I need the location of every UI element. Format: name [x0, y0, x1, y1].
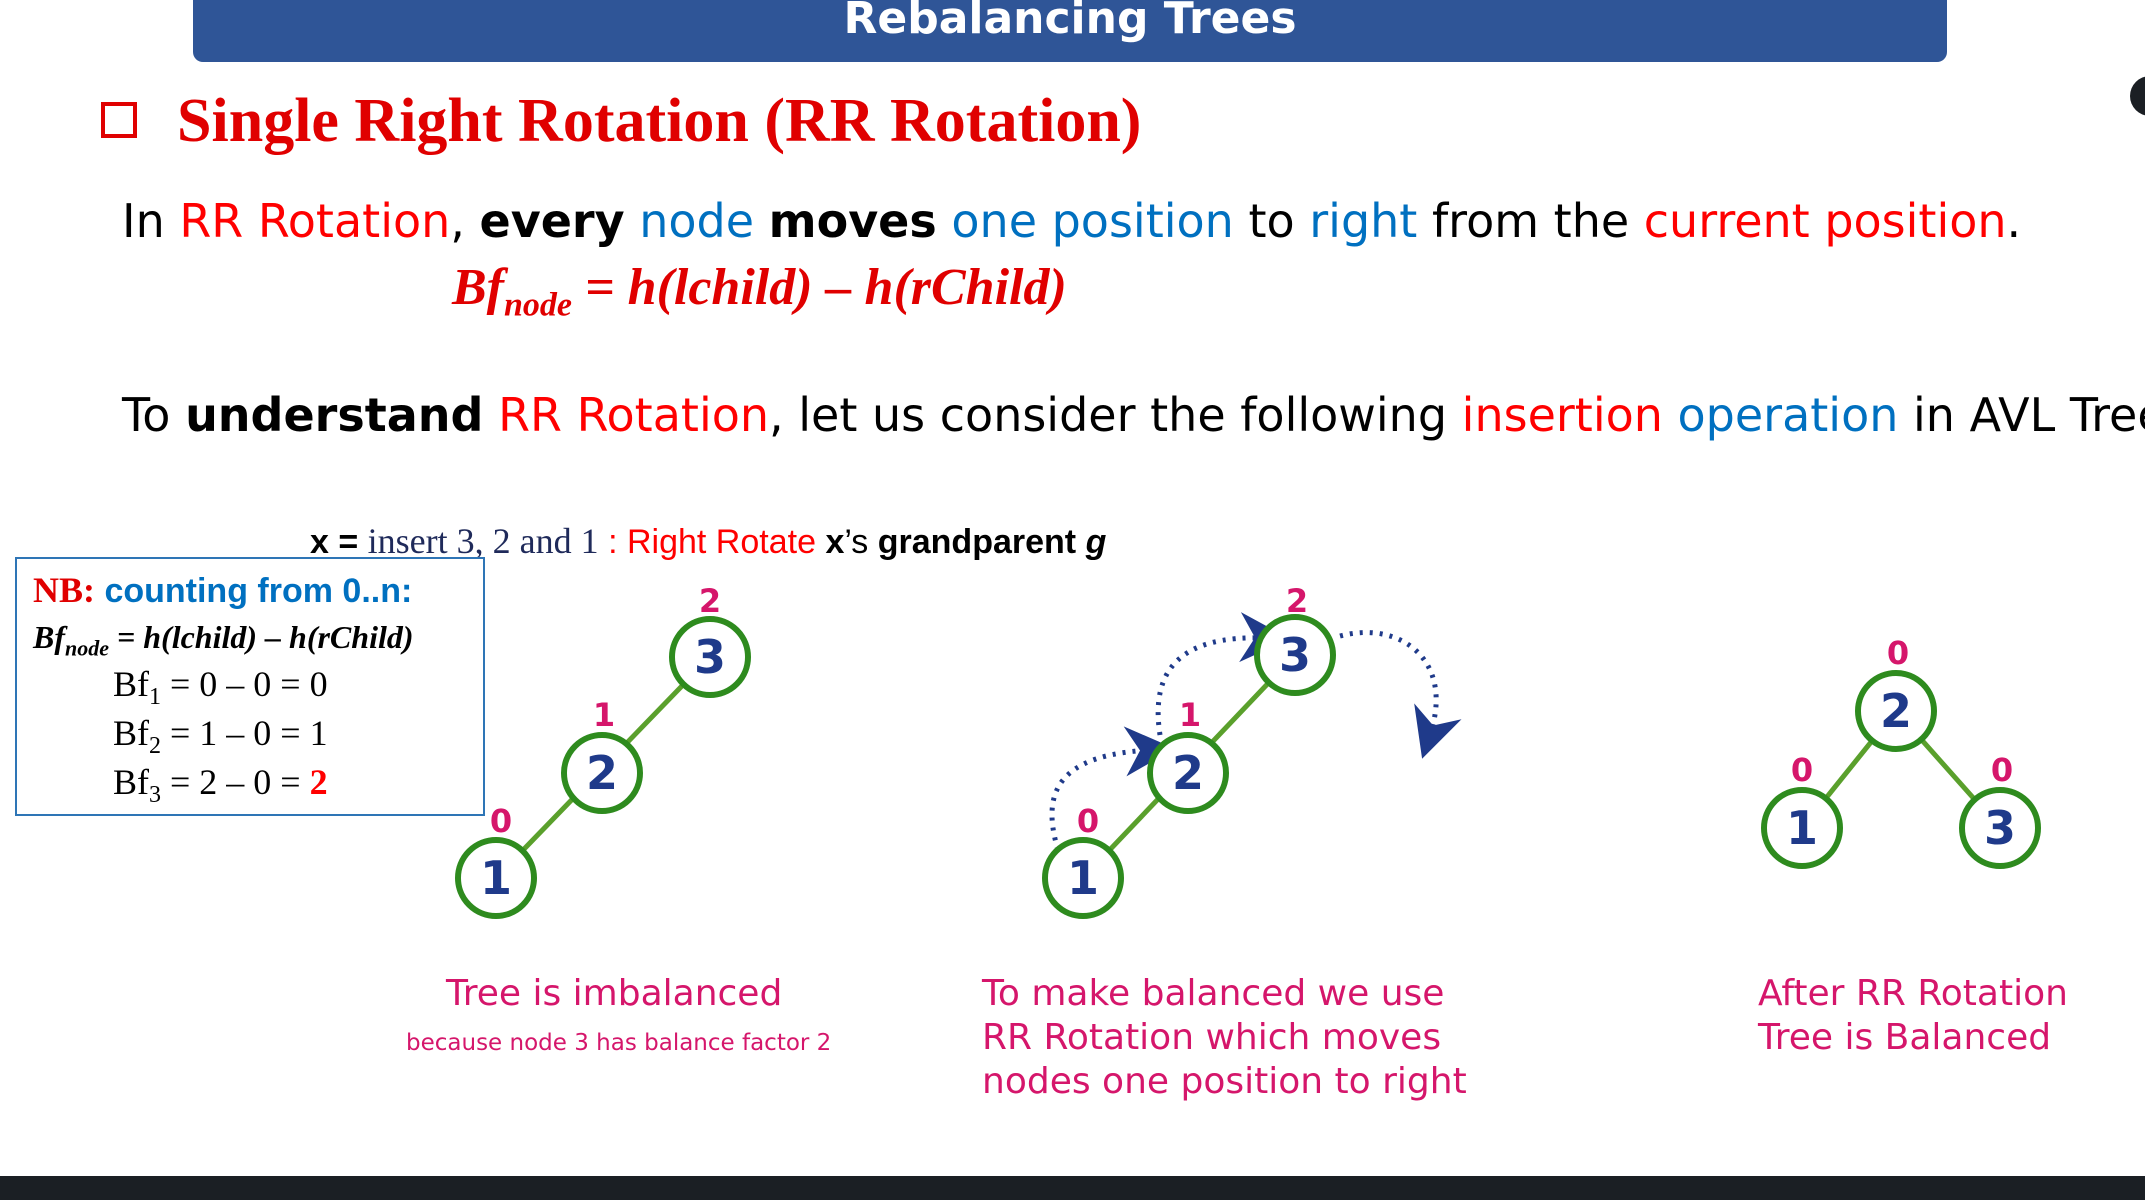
caption-line: To make balanced we use [982, 973, 1445, 1014]
node-bf: 2 [699, 582, 721, 620]
node-bf: 0 [1887, 634, 1909, 672]
rotation-arrow [1155, 612, 1290, 736]
node-bf: 0 [1991, 751, 2013, 789]
node-label: 2 [1172, 746, 1204, 800]
bottom-bar [0, 1176, 2145, 1200]
node-bf: 1 [593, 696, 615, 734]
node-bf: 0 [1077, 802, 1099, 840]
node-label: 2 [1880, 684, 1912, 738]
tree1-subcaption: because node 3 has balance factor 2 [406, 1030, 832, 1056]
caption-line: After RR Rotation [1758, 973, 2068, 1014]
node-label: 3 [1984, 801, 2016, 855]
node-bf: 2 [1286, 582, 1308, 620]
node-label: 1 [1786, 801, 1818, 855]
tree-imbalanced: 3 2 2 1 1 0 [455, 582, 751, 919]
tree-rotating: 3 2 2 1 1 0 [1042, 582, 1462, 919]
node-bf: 1 [1179, 696, 1201, 734]
rotation-arrow [1339, 630, 1462, 759]
node-label: 1 [480, 851, 512, 905]
rotation-arrow [1049, 726, 1175, 851]
caption-line: nodes one position to right [982, 1061, 1467, 1102]
caption-line: Tree is Balanced [1758, 1017, 2052, 1058]
node-label: 3 [1279, 628, 1311, 682]
node-label: 1 [1067, 851, 1099, 905]
node-bf: 0 [490, 802, 512, 840]
tree2-caption: To make balanced we use RR Rotation whic… [982, 972, 1467, 1104]
node-bf: 0 [1791, 751, 1813, 789]
tree1-caption: Tree is imbalanced [446, 973, 783, 1014]
tree-balanced: 2 0 1 0 3 0 [1761, 634, 2041, 869]
node-label: 2 [586, 746, 618, 800]
tree3-caption: After RR Rotation Tree is Balanced [1758, 972, 2068, 1060]
caption-line: RR Rotation which moves [982, 1017, 1442, 1058]
node-label: 3 [694, 630, 726, 684]
